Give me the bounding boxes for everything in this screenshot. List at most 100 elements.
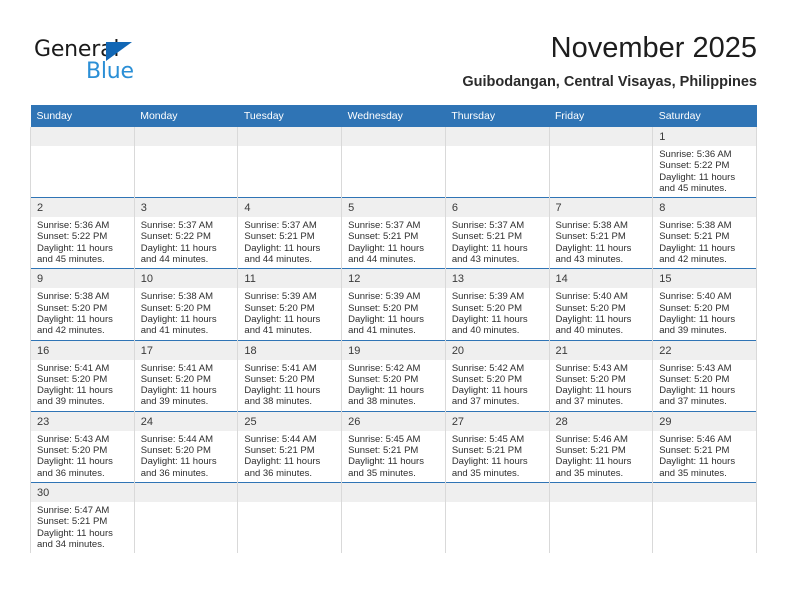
calendar-day-cell[interactable]: 7 Sunrise: 5:38 AM Sunset: 5:21 PM Daylight… <box>548 197 654 269</box>
sunrise-text: Sunrise: 5:44 AM <box>140 433 214 445</box>
weekday-header-monday: Monday <box>134 105 238 127</box>
daylight-text: and 40 minutes. <box>451 325 520 337</box>
sunrise-text: Sunrise: 5:36 AM <box>37 220 110 232</box>
calendar-day-cell[interactable]: 12 Sunrise: 5:39 AM Sunset: 5:20 PM Dayligh… <box>341 268 446 341</box>
calendar-day-cell[interactable]: 17 Sunrise: 5:41 AM Sunset: 5:20 PM Dayligh… <box>133 339 239 412</box>
calendar-day-cell[interactable]: 26 Sunrise: 5:45 AM Sunset: 5:21 PM Dayligh… <box>341 410 446 483</box>
sunrise-text: Sunrise: 5:41 AM <box>244 362 317 374</box>
sunrise-text: Sunrise: 5:36 AM <box>659 149 732 160</box>
sunrise-text: Sunrise: 5:46 AM <box>555 433 628 445</box>
daylight-text: Daylight: 11 hours <box>555 313 632 325</box>
calendar-day-cell[interactable]: 8 Sunrise: 5:38 AM Sunset: 5:21 PM Daylight… <box>652 197 757 269</box>
daylight-text: and 42 minutes. <box>659 254 727 266</box>
calendar-day-cell[interactable]: 20 Sunrise: 5:42 AM Sunset: 5:20 PM Dayligh… <box>444 339 550 412</box>
daylight-text: Daylight: 11 hours <box>451 385 528 397</box>
calendar-day-cell-empty <box>341 127 446 198</box>
title-block: November 2025 Guibodangan, Central Visay… <box>462 30 757 91</box>
day-number: 28 <box>549 411 653 431</box>
calendar-day-cell-empty <box>444 481 550 554</box>
calendar-day-cell[interactable]: 15 Sunrise: 5:40 AM Sunset: 5:20 PM Dayligh… <box>652 268 757 341</box>
day-number: 6 <box>445 198 549 218</box>
calendar-day-cell[interactable]: 1 Sunrise: 5:36 AM Sunset: 5:22 PM Daylight… <box>652 127 757 198</box>
calendar-day-cell[interactable]: 14 Sunrise: 5:40 AM Sunset: 5:20 PM Dayligh… <box>548 268 654 341</box>
calendar-day-cell[interactable]: 22 Sunrise: 5:43 AM Sunset: 5:20 PM Dayligh… <box>652 339 757 412</box>
calendar-day-cell[interactable]: 9 Sunrise: 5:38 AM Sunset: 5:20 PM Daylight… <box>30 268 135 341</box>
day-details: Sunrise: 5:43 AM Sunset: 5:20 PM Daylight:… <box>550 360 653 411</box>
daylight-text: and 44 minutes. <box>348 254 416 266</box>
calendar-day-cell[interactable]: 13 Sunrise: 5:39 AM Sunset: 5:20 PM Dayligh… <box>444 268 550 341</box>
sunrise-text: Sunrise: 5:41 AM <box>37 362 110 374</box>
sunrise-text: Sunrise: 5:45 AM <box>451 433 525 445</box>
sunset-text: Sunset: 5:20 PM <box>555 302 626 314</box>
day-number: 24 <box>134 411 238 431</box>
sunset-text: Sunset: 5:21 PM <box>348 445 419 457</box>
weekday-header-sunday: Sunday <box>30 105 135 127</box>
page-title: November 2025 <box>550 32 757 64</box>
day-details: Sunrise: 5:45 AM Sunset: 5:21 PM Daylight:… <box>446 431 549 482</box>
calendar-day-cell[interactable]: 30 Sunrise: 5:47 AM Sunset: 5:21 PM Dayligh… <box>30 481 135 554</box>
calendar-day-cell[interactable]: 10 Sunrise: 5:38 AM Sunset: 5:20 PM Dayligh… <box>133 268 239 341</box>
day-number: 27 <box>445 411 549 431</box>
daylight-text: and 41 minutes. <box>140 325 209 337</box>
sunset-text: Sunset: 5:20 PM <box>140 445 211 457</box>
calendar-day-cell[interactable]: 4 Sunrise: 5:37 AM Sunset: 5:21 PM Daylight… <box>237 197 343 269</box>
calendar-day-cell-empty <box>133 127 239 198</box>
daylight-text: Daylight: 11 hours <box>37 527 113 539</box>
calendar-day-cell[interactable]: 11 Sunrise: 5:39 AM Sunset: 5:20 PM Dayligh… <box>237 268 343 341</box>
calendar-day-cell[interactable]: 28 Sunrise: 5:46 AM Sunset: 5:21 PM Dayligh… <box>548 410 654 483</box>
daylight-text: Daylight: 11 hours <box>244 242 321 254</box>
day-details: Sunrise: 5:39 AM Sunset: 5:20 PM Daylight:… <box>446 288 549 339</box>
day-number: 20 <box>445 340 549 360</box>
calendar-day-cell-empty <box>237 481 343 554</box>
daylight-text: Daylight: 11 hours <box>244 313 321 325</box>
sunrise-text: Sunrise: 5:37 AM <box>451 220 525 232</box>
daylight-text: Daylight: 11 hours <box>451 242 528 254</box>
day-details: Sunrise: 5:41 AM Sunset: 5:20 PM Daylight:… <box>238 360 341 411</box>
weekday-header-wednesday: Wednesday <box>341 105 446 127</box>
daylight-text: and 44 minutes. <box>244 254 313 266</box>
calendar-day-cell-empty <box>444 127 550 198</box>
calendar-day-cell[interactable]: 2 Sunrise: 5:36 AM Sunset: 5:22 PM Daylight… <box>30 197 135 269</box>
calendar-day-cell[interactable]: 21 Sunrise: 5:43 AM Sunset: 5:20 PM Dayligh… <box>548 339 654 412</box>
sunset-text: Sunset: 5:20 PM <box>451 302 523 314</box>
calendar-day-cell[interactable]: 25 Sunrise: 5:44 AM Sunset: 5:21 PM Dayligh… <box>237 410 343 483</box>
daylight-text: and 43 minutes. <box>451 254 520 266</box>
daylight-text: Daylight: 11 hours <box>451 313 528 325</box>
calendar-day-cell[interactable]: 23 Sunrise: 5:43 AM Sunset: 5:20 PM Dayligh… <box>30 410 135 483</box>
sunrise-text: Sunrise: 5:44 AM <box>244 433 317 445</box>
daylight-text: Daylight: 11 hours <box>659 313 736 325</box>
general-blue-logo[interactable]: General Blue <box>34 38 204 88</box>
calendar-day-cell[interactable]: 27 Sunrise: 5:45 AM Sunset: 5:21 PM Dayligh… <box>444 410 550 483</box>
calendar-day-cell[interactable]: 5 Sunrise: 5:37 AM Sunset: 5:21 PM Daylight… <box>341 197 446 269</box>
daylight-text: and 38 minutes. <box>348 396 416 408</box>
day-number: 9 <box>31 269 134 289</box>
day-details: Sunrise: 5:43 AM Sunset: 5:20 PM Daylight:… <box>31 431 134 482</box>
sunset-text: Sunset: 5:21 PM <box>348 231 419 243</box>
sunset-text: Sunset: 5:21 PM <box>451 445 523 457</box>
daylight-text: and 43 minutes. <box>555 254 624 266</box>
location-subtitle: Guibodangan, Central Visayas, Philippine… <box>462 74 757 90</box>
daylight-text: and 37 minutes. <box>555 396 624 408</box>
daylight-text: Daylight: 11 hours <box>140 242 217 254</box>
calendar-week-row: 9 Sunrise: 5:38 AM Sunset: 5:20 PM Daylight… <box>30 268 757 341</box>
calendar-day-cell[interactable]: 6 Sunrise: 5:37 AM Sunset: 5:21 PM Daylight… <box>444 197 550 269</box>
daylight-text: Daylight: 11 hours <box>348 313 424 325</box>
calendar-day-cell[interactable]: 19 Sunrise: 5:42 AM Sunset: 5:20 PM Dayligh… <box>341 339 446 412</box>
calendar-day-cell[interactable]: 29 Sunrise: 5:46 AM Sunset: 5:21 PM Dayligh… <box>652 410 757 483</box>
sunset-text: Sunset: 5:22 PM <box>140 231 211 243</box>
calendar-week-row: 23 Sunrise: 5:43 AM Sunset: 5:20 PM Dayligh… <box>30 410 757 483</box>
daylight-text: Daylight: 11 hours <box>37 242 113 254</box>
calendar-day-cell[interactable]: 18 Sunrise: 5:41 AM Sunset: 5:20 PM Dayligh… <box>237 339 343 412</box>
daylight-text: and 38 minutes. <box>244 396 313 408</box>
logo-text-blue: Blue <box>86 59 134 84</box>
calendar-day-cell[interactable]: 16 Sunrise: 5:41 AM Sunset: 5:20 PM Dayligh… <box>30 339 135 412</box>
calendar-day-cell[interactable]: 24 Sunrise: 5:44 AM Sunset: 5:20 PM Dayligh… <box>133 410 239 483</box>
day-details: Sunrise: 5:46 AM Sunset: 5:21 PM Daylight:… <box>550 431 653 482</box>
calendar-day-cell[interactable]: 3 Sunrise: 5:37 AM Sunset: 5:22 PM Daylight… <box>133 197 239 269</box>
calendar-week-row: 16 Sunrise: 5:41 AM Sunset: 5:20 PM Dayligh… <box>30 339 757 412</box>
day-details: Sunrise: 5:44 AM Sunset: 5:20 PM Daylight:… <box>135 431 238 482</box>
day-details: Sunrise: 5:43 AM Sunset: 5:20 PM Daylight:… <box>653 360 756 411</box>
daylight-text: and 39 minutes. <box>140 396 209 408</box>
day-number: 30 <box>31 482 134 502</box>
sunrise-text: Sunrise: 5:42 AM <box>348 362 421 374</box>
